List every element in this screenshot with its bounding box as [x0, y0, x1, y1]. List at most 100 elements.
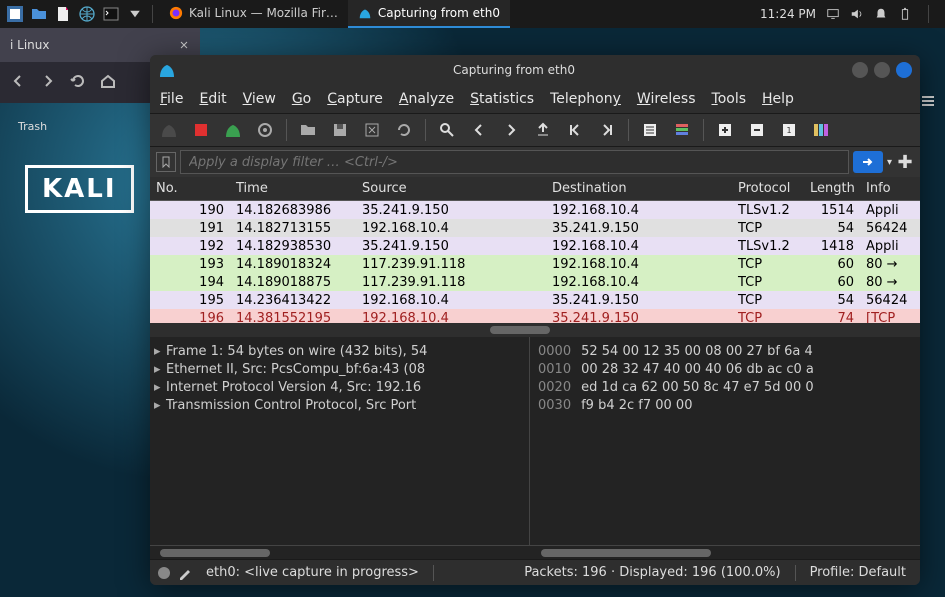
hex-line[interactable]: 0020ed 1d ca 62 00 50 8c 47 e7 5d 00 0 [538, 379, 912, 397]
col-no[interactable]: No. [150, 181, 230, 196]
packet-row[interactable]: 19114.182713155192.168.10.435.241.9.150T… [150, 219, 920, 237]
save-button[interactable] [327, 117, 353, 143]
filter-history-dropdown[interactable]: ▾ [887, 157, 892, 168]
autoscroll-button[interactable] [637, 117, 663, 143]
col-length[interactable]: Length [804, 181, 860, 196]
tray-sep [928, 5, 929, 23]
home-icon[interactable] [100, 73, 116, 89]
protocol-tree-item[interactable]: ▸Transmission Control Protocol, Src Port [154, 397, 525, 415]
display-filter-input[interactable] [180, 150, 849, 174]
packet-details-pane[interactable]: ▸Frame 1: 54 bytes on wire (432 bits), 5… [150, 337, 530, 545]
desktop-trash[interactable]: Trash [18, 120, 47, 133]
menu-bar: File Edit View Go Capture Analyze Statis… [150, 85, 920, 113]
col-source[interactable]: Source [356, 181, 546, 196]
resize-columns-button[interactable] [808, 117, 834, 143]
close-button[interactable] [896, 62, 912, 78]
protocol-tree-item[interactable]: ▸Frame 1: 54 bytes on wire (432 bits), 5… [154, 343, 525, 361]
close-file-button[interactable] [359, 117, 385, 143]
col-info[interactable]: Info [860, 181, 920, 196]
colorize-button[interactable] [669, 117, 695, 143]
restart-capture-button[interactable] [220, 117, 246, 143]
notifications-icon[interactable] [874, 7, 888, 21]
capture-options-button[interactable] [252, 117, 278, 143]
packet-row[interactable]: 19514.236413422192.168.10.435.241.9.150T… [150, 291, 920, 309]
task-firefox[interactable]: Kali Linux — Mozilla Fir… [159, 0, 348, 28]
packet-row[interactable]: 19314.189018324117.239.91.118192.168.10.… [150, 255, 920, 273]
packet-list-pane[interactable]: No. Time Source Destination Protocol Len… [150, 177, 920, 337]
tab-close-icon[interactable] [178, 39, 190, 51]
menu-file[interactable]: File [160, 91, 183, 107]
zoom-reset-button[interactable]: 1 [776, 117, 802, 143]
menu-statistics[interactable]: Statistics [470, 91, 534, 107]
menu-analyze[interactable]: Analyze [399, 91, 454, 107]
go-back-button[interactable] [466, 117, 492, 143]
menu-edit[interactable]: Edit [199, 91, 226, 107]
launcher-terminal-icon[interactable] [100, 3, 122, 25]
start-capture-button[interactable] [156, 117, 182, 143]
packet-list-scrollbar[interactable] [150, 323, 920, 337]
protocol-tree-item[interactable]: ▸Internet Protocol Version 4, Src: 192.1… [154, 379, 525, 397]
hex-line[interactable]: 000052 54 00 12 35 00 08 00 27 bf 6a 4 [538, 343, 912, 361]
zoom-in-button[interactable] [712, 117, 738, 143]
open-file-button[interactable] [295, 117, 321, 143]
minimize-button[interactable] [852, 62, 868, 78]
display-icon[interactable] [826, 7, 840, 21]
task-wireshark[interactable]: Capturing from eth0 [348, 0, 510, 28]
maximize-button[interactable] [874, 62, 890, 78]
volume-icon[interactable] [850, 7, 864, 21]
scrollbar-thumb[interactable] [490, 326, 550, 334]
packet-bytes-pane[interactable]: 000052 54 00 12 35 00 08 00 27 bf 6a 400… [530, 337, 920, 545]
launcher-editor-icon[interactable] [52, 3, 74, 25]
menu-wireless[interactable]: Wireless [637, 91, 696, 107]
apply-filter-button[interactable] [853, 151, 883, 173]
zoom-out-button[interactable] [744, 117, 770, 143]
scrollbar-thumb[interactable] [541, 549, 711, 557]
toolbar-sep [286, 119, 287, 141]
details-scrollbar[interactable] [150, 545, 535, 559]
go-to-packet-button[interactable] [530, 117, 556, 143]
launcher-dropdown-icon[interactable] [124, 3, 146, 25]
packet-list-body[interactable]: 19014.18268398635.241.9.150192.168.10.4T… [150, 201, 920, 323]
menu-capture[interactable]: Capture [327, 91, 383, 107]
task-firefox-label: Kali Linux — Mozilla Fir… [189, 6, 338, 20]
stop-capture-button[interactable] [188, 117, 214, 143]
menu-view[interactable]: View [243, 91, 276, 107]
firefox-menu-icon[interactable] [919, 92, 937, 110]
packet-row[interactable]: 19214.18293853035.241.9.150192.168.10.4T… [150, 237, 920, 255]
menu-tools[interactable]: Tools [712, 91, 747, 107]
wireshark-titlebar[interactable]: Capturing from eth0 [150, 55, 920, 85]
menu-go[interactable]: Go [292, 91, 311, 107]
col-destination[interactable]: Destination [546, 181, 732, 196]
packet-row[interactable]: 19014.18268398635.241.9.150192.168.10.4T… [150, 201, 920, 219]
add-filter-button[interactable]: ✚ [896, 152, 914, 173]
packet-list-header[interactable]: No. Time Source Destination Protocol Len… [150, 177, 920, 201]
menu-help[interactable]: Help [762, 91, 794, 107]
hex-line[interactable]: 0030f9 b4 2c f7 00 00 [538, 397, 912, 415]
col-protocol[interactable]: Protocol [732, 181, 804, 196]
expert-info-icon[interactable] [158, 567, 170, 579]
packet-row[interactable]: 19414.189018875117.239.91.118192.168.10.… [150, 273, 920, 291]
bookmark-filter-icon[interactable] [156, 152, 176, 172]
status-profile[interactable]: Profile: Default [804, 565, 912, 580]
scrollbar-thumb[interactable] [160, 549, 270, 557]
clock[interactable]: 11:24 PM [760, 7, 816, 21]
bytes-scrollbar[interactable] [535, 545, 920, 559]
go-forward-button[interactable] [498, 117, 524, 143]
go-last-button[interactable] [594, 117, 620, 143]
go-first-button[interactable] [562, 117, 588, 143]
launcher-files-icon[interactable] [28, 3, 50, 25]
hex-line[interactable]: 001000 28 32 47 40 00 40 06 db ac c0 a [538, 361, 912, 379]
menu-telephony[interactable]: Telephony [550, 91, 621, 107]
back-icon[interactable] [10, 73, 26, 89]
reload-icon[interactable] [70, 73, 86, 89]
launcher-menu-icon[interactable] [4, 3, 26, 25]
edit-capture-icon[interactable] [178, 566, 192, 580]
col-time[interactable]: Time [230, 181, 356, 196]
packet-row[interactable]: 19614.381552195192.168.10.435.241.9.150T… [150, 309, 920, 323]
battery-icon[interactable] [898, 7, 912, 21]
launcher-browser-icon[interactable] [76, 3, 98, 25]
forward-icon[interactable] [40, 73, 56, 89]
reload-file-button[interactable] [391, 117, 417, 143]
protocol-tree-item[interactable]: ▸Ethernet II, Src: PcsCompu_bf:6a:43 (08 [154, 361, 525, 379]
find-packet-button[interactable] [434, 117, 460, 143]
